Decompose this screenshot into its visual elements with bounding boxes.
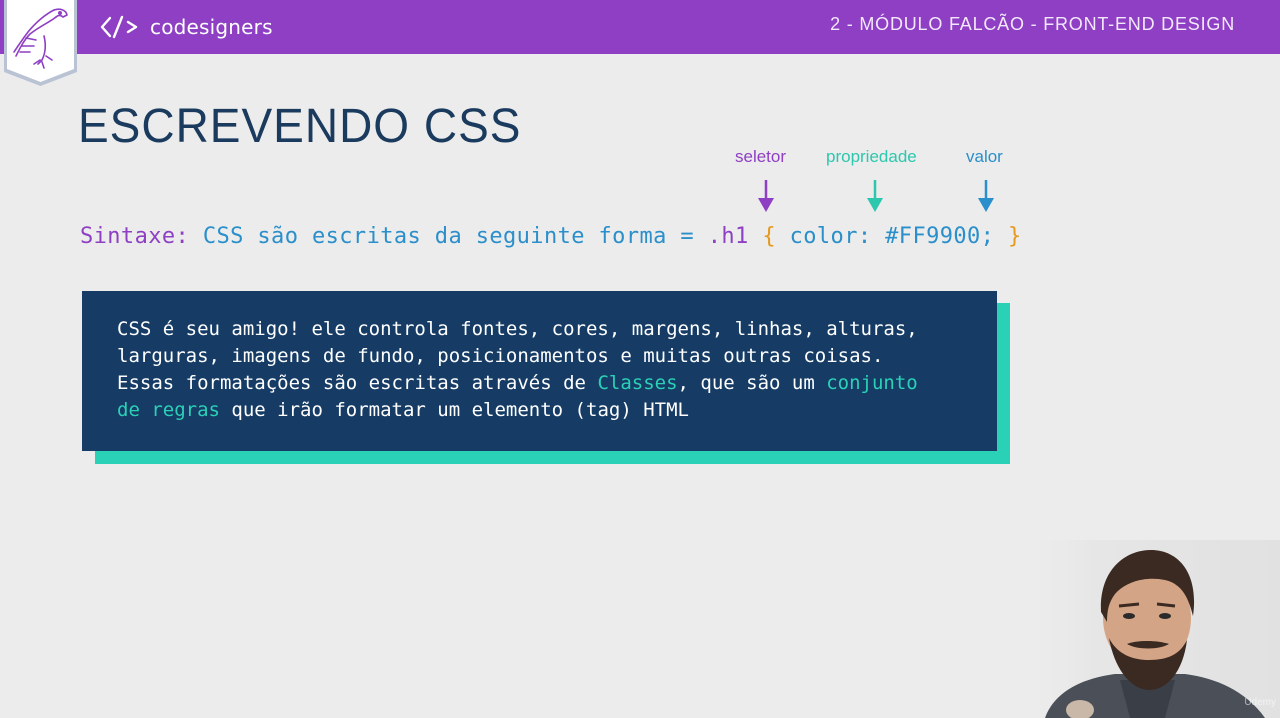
annotation-property: propriedade <box>826 147 917 166</box>
info-line-4-end: que irão formatar um elemento (tag) HTML <box>219 399 689 421</box>
info-line-3-middle: , que são um <box>677 372 827 394</box>
syntax-label: Sintaxe: <box>80 224 190 249</box>
arrow-down-icon <box>978 180 994 212</box>
arrow-down-icon <box>867 180 883 212</box>
brand-name: codesigners <box>150 15 273 39</box>
udemy-watermark: Udemy <box>1244 697 1276 708</box>
arrow-down-icon <box>758 180 774 212</box>
highlight-de-regras: de regras <box>117 399 220 421</box>
syntax-open-brace: { <box>762 224 776 249</box>
annotation-value: valor <box>966 147 1003 166</box>
syntax-close-brace: } <box>1007 224 1022 249</box>
header-bar: codesigners 2 - MÓDULO FALCÃO - FRONT-EN… <box>0 0 1280 54</box>
info-text: CSS é seu amigo! ele controla fontes, co… <box>117 316 977 424</box>
module-title: 2 - MÓDULO FALCÃO - FRONT-END DESIGN <box>830 14 1235 34</box>
info-line-2: larguras, imagens de fundo, posicionamen… <box>117 345 884 367</box>
info-box: CSS é seu amigo! ele controla fontes, co… <box>82 291 997 451</box>
highlight-classes: Classes <box>597 372 678 394</box>
syntax-line: Sintaxe: CSS são escritas da seguinte fo… <box>80 224 1022 249</box>
syntax-selector: .h1 <box>707 224 749 249</box>
highlight-conjunto: conjunto <box>826 372 918 394</box>
syntax-value: #FF9900; <box>885 224 995 249</box>
info-line-3-start: Essas formatações são escritas através d… <box>117 372 598 394</box>
syntax-sentence: CSS são escritas da seguinte forma = <box>202 224 695 249</box>
falcon-logo-icon <box>4 0 77 86</box>
syntax-property: color: <box>789 224 872 249</box>
code-brackets-icon <box>100 15 138 39</box>
presenter-video <box>1015 540 1280 718</box>
annotation-selector: seletor <box>735 147 787 166</box>
info-line-1: CSS é seu amigo! ele controla fontes, co… <box>117 318 918 340</box>
slide-title: ESCREVENDO CSS <box>78 97 522 153</box>
brand: codesigners <box>100 12 273 42</box>
